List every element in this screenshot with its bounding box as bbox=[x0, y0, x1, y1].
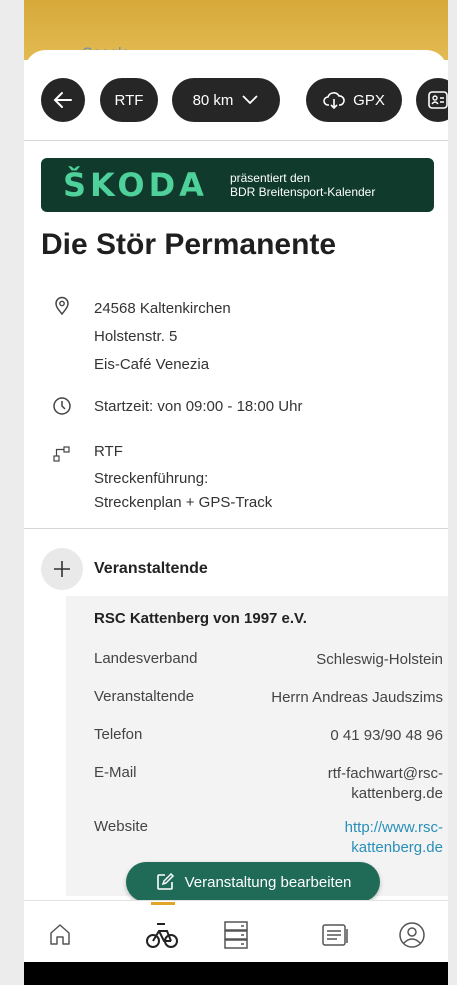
back-button[interactable] bbox=[41, 78, 85, 122]
clock-icon bbox=[53, 397, 71, 415]
skoda-logo: ŠKODA bbox=[63, 166, 208, 204]
banner-line-1: präsentiert den bbox=[229, 171, 310, 185]
nav-home[interactable] bbox=[40, 915, 80, 955]
address-line-2: Holstenstr. 5 bbox=[94, 328, 178, 345]
section-divider bbox=[24, 528, 448, 529]
website-label: Website bbox=[94, 818, 148, 835]
background-strip-right bbox=[448, 0, 457, 985]
website-link-line-2: kattenberg.de bbox=[351, 839, 443, 856]
sponsor-banner[interactable]: ŠKODA präsentiert den BDR Breitensport-K… bbox=[41, 158, 434, 212]
chevron-down-icon bbox=[242, 95, 259, 105]
nav-news[interactable] bbox=[316, 915, 356, 955]
distance-filter-label: 80 km bbox=[192, 91, 234, 109]
location-pin-icon bbox=[55, 296, 69, 316]
event-title: Die Stör Permanente bbox=[41, 228, 337, 261]
cloud-download-icon bbox=[323, 92, 345, 109]
background-strip-left bbox=[0, 0, 24, 985]
home-icon bbox=[50, 924, 70, 945]
contact-card-icon bbox=[428, 91, 448, 109]
type-filter-label: RTF bbox=[114, 91, 144, 109]
gpx-download-button[interactable]: GPX bbox=[306, 78, 402, 122]
address-line-3: Eis-Café Venezia bbox=[94, 356, 210, 373]
veranstaltende-label: Veranstaltende bbox=[94, 688, 195, 705]
cycling-icon bbox=[146, 923, 178, 948]
route-label: Streckenführung: bbox=[94, 470, 209, 487]
organizer-name: RSC Kattenberg von 1997 e.V. bbox=[94, 610, 307, 627]
veranstaltende-value: Herrn Andreas Jaudszims bbox=[271, 689, 443, 706]
start-time: Startzeit: von 09:00 - 18:00 Uhr bbox=[94, 398, 303, 415]
landesverband-label: Landesverband bbox=[94, 650, 198, 667]
nav-events[interactable] bbox=[142, 915, 182, 955]
distance-filter-button[interactable]: 80 km bbox=[172, 78, 280, 122]
organizer-section-title: Veranstaltende bbox=[94, 560, 208, 577]
banner-line-2: BDR Breitensport-Kalender bbox=[229, 185, 376, 199]
route-icon bbox=[53, 446, 70, 462]
telefon-value[interactable]: 0 41 93/90 48 96 bbox=[330, 726, 443, 746]
plus-icon bbox=[54, 561, 70, 577]
nav-profile[interactable] bbox=[392, 915, 432, 955]
system-gesture-bar bbox=[24, 962, 448, 985]
address-line-1: 24568 Kaltenkirchen bbox=[94, 300, 231, 317]
banner-subtitle: präsentiert den BDR Breitensport-Kalende… bbox=[230, 171, 375, 199]
email-value-line-1: rtf-fachwart@rsc- bbox=[327, 765, 443, 782]
contact-button[interactable] bbox=[416, 78, 448, 122]
edit-event-button[interactable]: Veranstaltung bearbeiten bbox=[126, 862, 380, 902]
telefon-label: Telefon bbox=[94, 726, 143, 743]
expand-organizer-button[interactable] bbox=[41, 548, 83, 590]
arrow-left-icon bbox=[53, 92, 72, 108]
landesverband-value: Schleswig-Holstein bbox=[316, 651, 443, 668]
edit-icon bbox=[156, 872, 174, 890]
email-value-line-2: kattenberg.de bbox=[351, 785, 443, 802]
route-value: Streckenplan + GPS-Track bbox=[94, 494, 273, 511]
email-label: E-Mail bbox=[94, 764, 137, 781]
route-type: RTF bbox=[94, 443, 123, 460]
profile-icon bbox=[399, 922, 425, 948]
nav-list[interactable] bbox=[216, 915, 256, 955]
email-value[interactable]: rtf-fachwart@rsc- kattenberg.de bbox=[328, 764, 443, 804]
type-filter-button[interactable]: RTF bbox=[100, 78, 158, 122]
website-link[interactable]: http://www.rsc- kattenberg.de bbox=[345, 818, 443, 858]
gpx-label: GPX bbox=[353, 91, 385, 109]
list-icon bbox=[224, 921, 248, 949]
active-tab-indicator bbox=[151, 902, 175, 905]
toolbar: RTF 80 km GPX bbox=[24, 72, 448, 132]
edit-event-label: Veranstaltung bearbeiten bbox=[184, 873, 352, 891]
website-link-line-1: http://www.rsc- bbox=[344, 819, 443, 836]
event-detail-sheet: RTF 80 km GPX ŠKODA präsentiert den BDR … bbox=[24, 50, 448, 930]
news-icon bbox=[322, 924, 348, 946]
toolbar-divider bbox=[24, 140, 448, 141]
bottom-navigation bbox=[24, 900, 448, 963]
